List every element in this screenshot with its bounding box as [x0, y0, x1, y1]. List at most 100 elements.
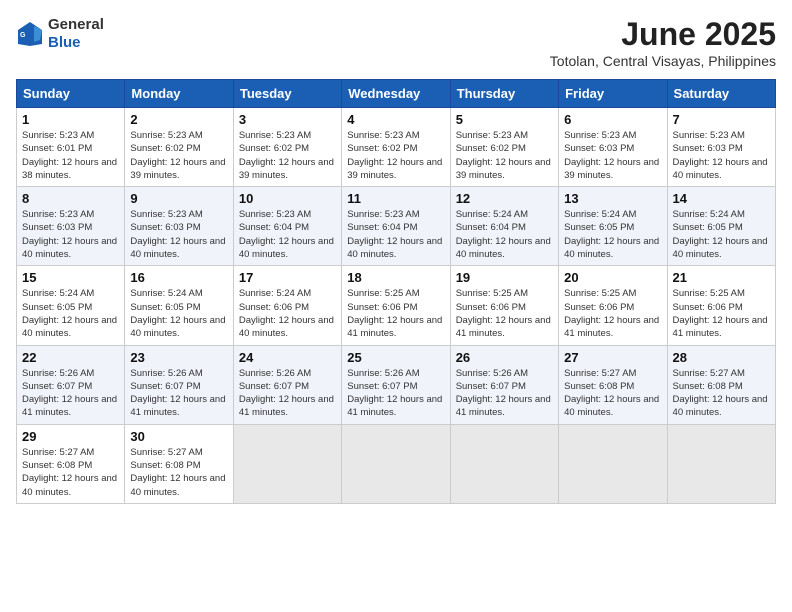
- day-info: Sunrise: 5:24 AMSunset: 6:05 PMDaylight:…: [673, 208, 770, 261]
- weekday-header-sunday: Sunday: [17, 80, 125, 108]
- day-number: 30: [130, 429, 227, 444]
- day-number: 16: [130, 270, 227, 285]
- calendar-cell: 1 Sunrise: 5:23 AMSunset: 6:01 PMDaylight…: [17, 108, 125, 187]
- weekday-header-monday: Monday: [125, 80, 233, 108]
- calendar-cell: 21Sunrise: 5:25 AMSunset: 6:06 PMDayligh…: [667, 266, 775, 345]
- day-number: 10: [239, 191, 336, 206]
- day-info: Sunrise: 5:23 AMSunset: 6:02 PMDaylight:…: [456, 129, 553, 182]
- day-number: 24: [239, 350, 336, 365]
- calendar-cell: 25Sunrise: 5:26 AMSunset: 6:07 PMDayligh…: [342, 345, 450, 424]
- weekday-header-saturday: Saturday: [667, 80, 775, 108]
- day-number: 2: [130, 112, 227, 127]
- month-title: June 2025: [550, 16, 776, 53]
- calendar-week-row: 22 Sunrise: 5:26 AMSunset: 6:07 PMDayligh…: [17, 345, 776, 424]
- day-number: 4: [347, 112, 444, 127]
- calendar-cell: 28 Sunrise: 5:27 AMSunset: 6:08 PMDayligh…: [667, 345, 775, 424]
- day-number: 12: [456, 191, 553, 206]
- calendar-week-row: 8 Sunrise: 5:23 AMSunset: 6:03 PMDaylight…: [17, 187, 776, 266]
- calendar-cell: 6 Sunrise: 5:23 AMSunset: 6:03 PMDaylight…: [559, 108, 667, 187]
- day-number: 25: [347, 350, 444, 365]
- calendar-week-row: 29 Sunrise: 5:27 AMSunset: 6:08 PMDayligh…: [17, 424, 776, 503]
- calendar-cell: 9 Sunrise: 5:23 AMSunset: 6:03 PMDaylight…: [125, 187, 233, 266]
- day-number: 6: [564, 112, 661, 127]
- calendar-cell: 22Sunrise: 5:26 AMSunset: 6:07 PMDayligh…: [17, 345, 125, 424]
- calendar-cell: 5 Sunrise: 5:23 AMSunset: 6:02 PMDaylight…: [450, 108, 558, 187]
- day-info: Sunrise: 5:24 AMSunset: 6:05 PMDaylight:…: [564, 208, 661, 261]
- day-number: 8: [22, 191, 119, 206]
- calendar-cell: [450, 424, 558, 503]
- calendar-cell: 16 Sunrise: 5:24 AMSunset: 6:05 PMDayligh…: [125, 266, 233, 345]
- day-info: Sunrise: 5:25 AMSunset: 6:06 PMDaylight:…: [564, 287, 661, 340]
- day-info: Sunrise: 5:24 AMSunset: 6:04 PMDaylight:…: [456, 208, 553, 261]
- day-info: Sunrise: 5:23 AMSunset: 6:03 PMDaylight:…: [564, 129, 661, 182]
- day-number: 21: [673, 270, 770, 285]
- calendar-cell: 10 Sunrise: 5:23 AMSunset: 6:04 PMDayligh…: [233, 187, 341, 266]
- day-info: Sunrise: 5:27 AMSunset: 6:08 PMDaylight:…: [22, 446, 119, 499]
- day-number: 27: [564, 350, 661, 365]
- day-number: 3: [239, 112, 336, 127]
- day-info: Sunrise: 5:27 AMSunset: 6:08 PMDaylight:…: [564, 367, 661, 420]
- day-info: Sunrise: 5:23 AMSunset: 6:01 PMDaylight:…: [22, 129, 119, 182]
- day-info: Sunrise: 5:27 AMSunset: 6:08 PMDaylight:…: [130, 446, 227, 499]
- calendar-cell: [559, 424, 667, 503]
- header: G General Blue June 2025 Totolan, Centra…: [16, 16, 776, 69]
- weekday-header-tuesday: Tuesday: [233, 80, 341, 108]
- calendar-cell: 13 Sunrise: 5:24 AMSunset: 6:05 PMDayligh…: [559, 187, 667, 266]
- calendar-cell: 8Sunrise: 5:23 AMSunset: 6:03 PMDaylight…: [17, 187, 125, 266]
- day-info: Sunrise: 5:24 AMSunset: 6:05 PMDaylight:…: [22, 287, 119, 340]
- weekday-header-thursday: Thursday: [450, 80, 558, 108]
- calendar-cell: 18Sunrise: 5:25 AMSunset: 6:06 PMDayligh…: [342, 266, 450, 345]
- day-info: Sunrise: 5:27 AMSunset: 6:08 PMDaylight:…: [673, 367, 770, 420]
- day-info: Sunrise: 5:23 AMSunset: 6:04 PMDaylight:…: [347, 208, 444, 261]
- day-info: Sunrise: 5:26 AMSunset: 6:07 PMDaylight:…: [130, 367, 227, 420]
- day-number: 5: [456, 112, 553, 127]
- calendar-cell: 11 Sunrise: 5:23 AMSunset: 6:04 PMDayligh…: [342, 187, 450, 266]
- day-info: Sunrise: 5:23 AMSunset: 6:04 PMDaylight:…: [239, 208, 336, 261]
- day-info: Sunrise: 5:24 AMSunset: 6:05 PMDaylight:…: [130, 287, 227, 340]
- calendar-cell: 24Sunrise: 5:26 AMSunset: 6:07 PMDayligh…: [233, 345, 341, 424]
- calendar-cell: [233, 424, 341, 503]
- day-number: 26: [456, 350, 553, 365]
- logo-general-text: General: [48, 16, 104, 34]
- day-info: Sunrise: 5:23 AMSunset: 6:02 PMDaylight:…: [347, 129, 444, 182]
- day-number: 15: [22, 270, 119, 285]
- calendar-cell: [667, 424, 775, 503]
- day-info: Sunrise: 5:23 AMSunset: 6:02 PMDaylight:…: [239, 129, 336, 182]
- day-info: Sunrise: 5:23 AMSunset: 6:02 PMDaylight:…: [130, 129, 227, 182]
- day-number: 7: [673, 112, 770, 127]
- calendar-cell: 3 Sunrise: 5:23 AMSunset: 6:02 PMDaylight…: [233, 108, 341, 187]
- day-number: 28: [673, 350, 770, 365]
- calendar-week-row: 15 Sunrise: 5:24 AMSunset: 6:05 PMDayligh…: [17, 266, 776, 345]
- calendar-cell: 15 Sunrise: 5:24 AMSunset: 6:05 PMDayligh…: [17, 266, 125, 345]
- logo-icon: G: [16, 20, 44, 48]
- calendar-cell: 19Sunrise: 5:25 AMSunset: 6:06 PMDayligh…: [450, 266, 558, 345]
- svg-text:G: G: [20, 32, 26, 39]
- calendar-cell: 30 Sunrise: 5:27 AMSunset: 6:08 PMDayligh…: [125, 424, 233, 503]
- calendar-cell: 12 Sunrise: 5:24 AMSunset: 6:04 PMDayligh…: [450, 187, 558, 266]
- calendar-cell: 17Sunrise: 5:24 AMSunset: 6:06 PMDayligh…: [233, 266, 341, 345]
- location-title: Totolan, Central Visayas, Philippines: [550, 53, 776, 69]
- day-info: Sunrise: 5:23 AMSunset: 6:03 PMDaylight:…: [130, 208, 227, 261]
- calendar-cell: 29 Sunrise: 5:27 AMSunset: 6:08 PMDayligh…: [17, 424, 125, 503]
- day-number: 13: [564, 191, 661, 206]
- day-number: 18: [347, 270, 444, 285]
- calendar-cell: 7 Sunrise: 5:23 AMSunset: 6:03 PMDaylight…: [667, 108, 775, 187]
- weekday-header-wednesday: Wednesday: [342, 80, 450, 108]
- weekday-header-friday: Friday: [559, 80, 667, 108]
- calendar-cell: 14Sunrise: 5:24 AMSunset: 6:05 PMDayligh…: [667, 187, 775, 266]
- calendar-table: SundayMondayTuesdayWednesdayThursdayFrid…: [16, 79, 776, 504]
- day-number: 9: [130, 191, 227, 206]
- calendar-cell: 23 Sunrise: 5:26 AMSunset: 6:07 PMDayligh…: [125, 345, 233, 424]
- calendar-cell: 26Sunrise: 5:26 AMSunset: 6:07 PMDayligh…: [450, 345, 558, 424]
- calendar-week-row: 1 Sunrise: 5:23 AMSunset: 6:01 PMDaylight…: [17, 108, 776, 187]
- day-number: 1: [22, 112, 119, 127]
- day-info: Sunrise: 5:23 AMSunset: 6:03 PMDaylight:…: [673, 129, 770, 182]
- day-number: 29: [22, 429, 119, 444]
- day-number: 11: [347, 191, 444, 206]
- calendar-cell: 2 Sunrise: 5:23 AMSunset: 6:02 PMDaylight…: [125, 108, 233, 187]
- logo: G General Blue: [16, 16, 104, 52]
- day-number: 22: [22, 350, 119, 365]
- calendar-cell: 4 Sunrise: 5:23 AMSunset: 6:02 PMDaylight…: [342, 108, 450, 187]
- calendar-header-row: SundayMondayTuesdayWednesdayThursdayFrid…: [17, 80, 776, 108]
- day-number: 23: [130, 350, 227, 365]
